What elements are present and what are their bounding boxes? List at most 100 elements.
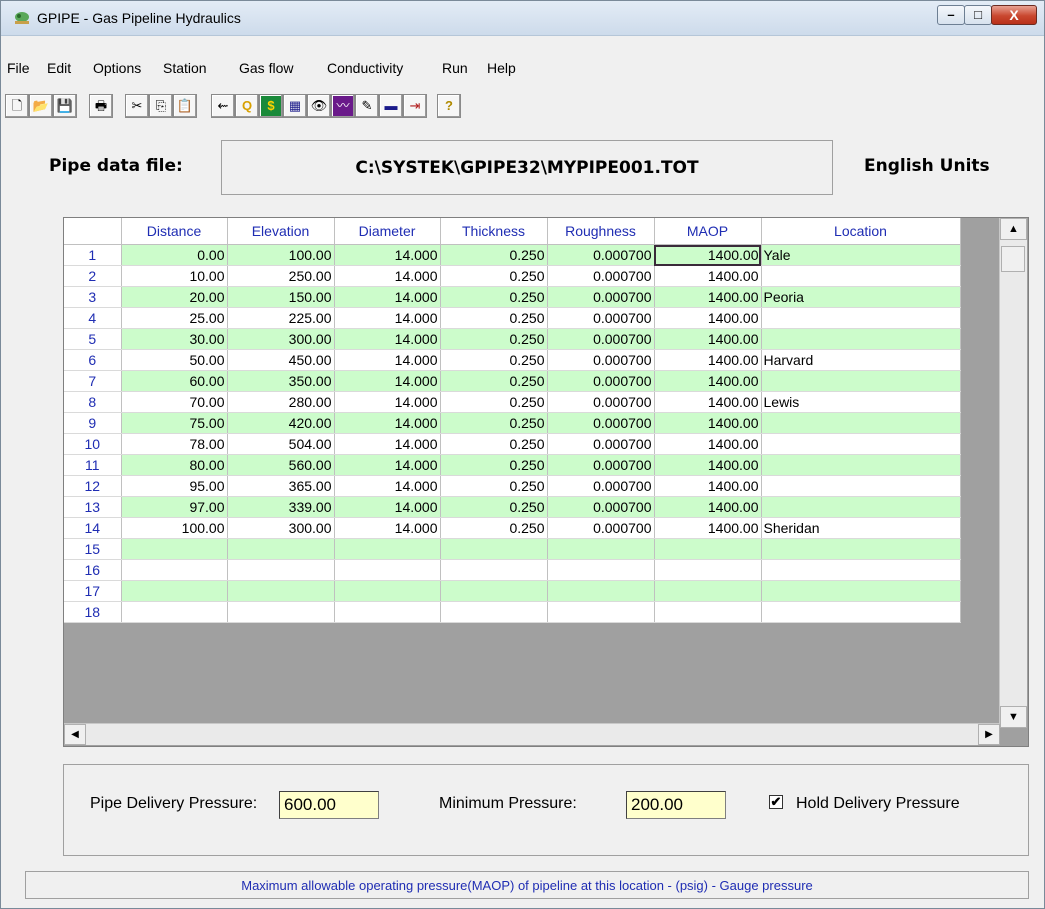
grid-cell-loc[interactable] [761,475,961,497]
grid-cell-maop[interactable]: 1400.00 [654,244,762,266]
scroll-up-icon[interactable]: ▲ [1000,218,1027,240]
hold-delivery-checkbox[interactable]: ✔ [769,795,783,809]
grid-cell-dist[interactable]: 0.00 [121,244,228,266]
grid-cell-rough[interactable] [547,538,655,560]
grid-cell-dia[interactable]: 14.000 [334,286,441,308]
grid-cell-dist[interactable] [121,538,228,560]
grid-cell-rough[interactable]: 0.000700 [547,328,655,350]
pipe-icon[interactable]: ⇜ [211,94,235,118]
grid-cell-thk[interactable] [440,538,548,560]
grid-cell-thk[interactable]: 0.250 [440,265,548,287]
grid-cell-dist[interactable]: 60.00 [121,370,228,392]
row-number[interactable]: 17 [64,580,122,602]
col-header-distance[interactable]: Distance [121,218,228,245]
run-icon[interactable]: Q [235,94,259,118]
grid-cell-loc[interactable] [761,370,961,392]
grid-cell-dist[interactable]: 95.00 [121,475,228,497]
row-number[interactable]: 11 [64,454,122,476]
grid-cell-elev[interactable]: 150.00 [227,286,335,308]
grid-cell-rough[interactable]: 0.000700 [547,286,655,308]
grid-cell-loc[interactable] [761,538,961,560]
grid-cell-rough[interactable]: 0.000700 [547,244,655,266]
grid-cell-thk[interactable]: 0.250 [440,391,548,413]
row-number[interactable]: 18 [64,601,122,623]
grid-cell-maop[interactable]: 1400.00 [654,349,762,371]
col-header-roughness[interactable]: Roughness [547,218,655,245]
vertical-scrollbar[interactable]: ▲ ▼ [999,218,1027,728]
grid-cell-loc[interactable] [761,433,961,455]
grid-cell-dist[interactable]: 75.00 [121,412,228,434]
print-icon[interactable]: 🖶 [89,94,113,118]
grid-cell-elev[interactable]: 225.00 [227,307,335,329]
grid-cell-rough[interactable]: 0.000700 [547,370,655,392]
graph-icon[interactable]: 〰 [331,94,355,118]
minimize-button[interactable]: – [937,5,965,25]
vertical-scroll-thumb[interactable] [1001,246,1025,272]
row-number[interactable]: 2 [64,265,122,287]
grid-cell-maop[interactable]: 1400.00 [654,370,762,392]
grid-cell-thk[interactable]: 0.250 [440,349,548,371]
grid-cell-thk[interactable] [440,580,548,602]
grid-cell-maop[interactable] [654,538,762,560]
grid-cell-dist[interactable]: 50.00 [121,349,228,371]
grid-cell-dist[interactable]: 78.00 [121,433,228,455]
grid-cell-loc[interactable]: Sheridan [761,517,961,539]
row-number[interactable]: 13 [64,496,122,518]
grid-cell-thk[interactable]: 0.250 [440,307,548,329]
grid-cell-dia[interactable]: 14.000 [334,349,441,371]
paste-icon[interactable]: 📋 [173,94,197,118]
grid-cell-maop[interactable]: 1400.00 [654,265,762,287]
grid-cell-elev[interactable]: 560.00 [227,454,335,476]
grid-cell-dia[interactable] [334,601,441,623]
row-number[interactable]: 1 [64,244,122,266]
row-number[interactable]: 15 [64,538,122,560]
grid-cell-loc[interactable] [761,265,961,287]
grid-cell-rough[interactable]: 0.000700 [547,391,655,413]
grid-cell-rough[interactable]: 0.000700 [547,265,655,287]
grid-cell-maop[interactable]: 1400.00 [654,517,762,539]
row-number[interactable]: 12 [64,475,122,497]
col-header-diameter[interactable]: Diameter [334,218,441,245]
grid-cell-dist[interactable]: 30.00 [121,328,228,350]
help-icon[interactable]: ? [437,94,461,118]
grid-cell-rough[interactable]: 0.000700 [547,433,655,455]
grid-cell-thk[interactable]: 0.250 [440,412,548,434]
grid-cell-dist[interactable]: 20.00 [121,286,228,308]
grid-cell-dia[interactable]: 14.000 [334,265,441,287]
grid-cell-maop[interactable] [654,580,762,602]
grid-cell-rough[interactable]: 0.000700 [547,412,655,434]
grid-cell-elev[interactable] [227,601,335,623]
grid-cell-maop[interactable] [654,601,762,623]
grid-cell-dia[interactable]: 14.000 [334,517,441,539]
row-number[interactable]: 8 [64,391,122,413]
grid-cell-dist[interactable]: 70.00 [121,391,228,413]
calculator-icon[interactable]: ▦ [283,94,307,118]
minimum-pressure-input[interactable]: 200.00 [626,791,726,819]
grid-cell-elev[interactable] [227,559,335,581]
row-number[interactable]: 16 [64,559,122,581]
grid-cell-elev[interactable]: 350.00 [227,370,335,392]
grid-cell-rough[interactable] [547,559,655,581]
grid-cell-maop[interactable] [654,559,762,581]
row-number[interactable]: 3 [64,286,122,308]
save-icon[interactable]: 💾 [53,94,77,118]
grid-cell-loc[interactable] [761,601,961,623]
grid-cell-rough[interactable] [547,580,655,602]
grid-cell-dia[interactable]: 14.000 [334,433,441,455]
menu-edit[interactable]: Edit [47,60,71,76]
grid-cell-loc[interactable]: Peoria [761,286,961,308]
grid-cell-dia[interactable]: 14.000 [334,454,441,476]
grid-cell-elev[interactable] [227,538,335,560]
grid-cell-loc[interactable] [761,580,961,602]
open-folder-icon[interactable]: 📂 [29,94,53,118]
grid-cell-elev[interactable]: 420.00 [227,412,335,434]
grid-cell-dia[interactable] [334,538,441,560]
close-button[interactable]: X [991,5,1037,25]
grid-cell-maop[interactable]: 1400.00 [654,286,762,308]
grid-cell-elev[interactable]: 300.00 [227,517,335,539]
menu-conductivity[interactable]: Conductivity [327,60,403,76]
grid-cell-loc[interactable] [761,328,961,350]
grid-cell-thk[interactable]: 0.250 [440,496,548,518]
grid-cell-rough[interactable]: 0.000700 [547,349,655,371]
delivery-pressure-input[interactable]: 600.00 [279,791,379,819]
